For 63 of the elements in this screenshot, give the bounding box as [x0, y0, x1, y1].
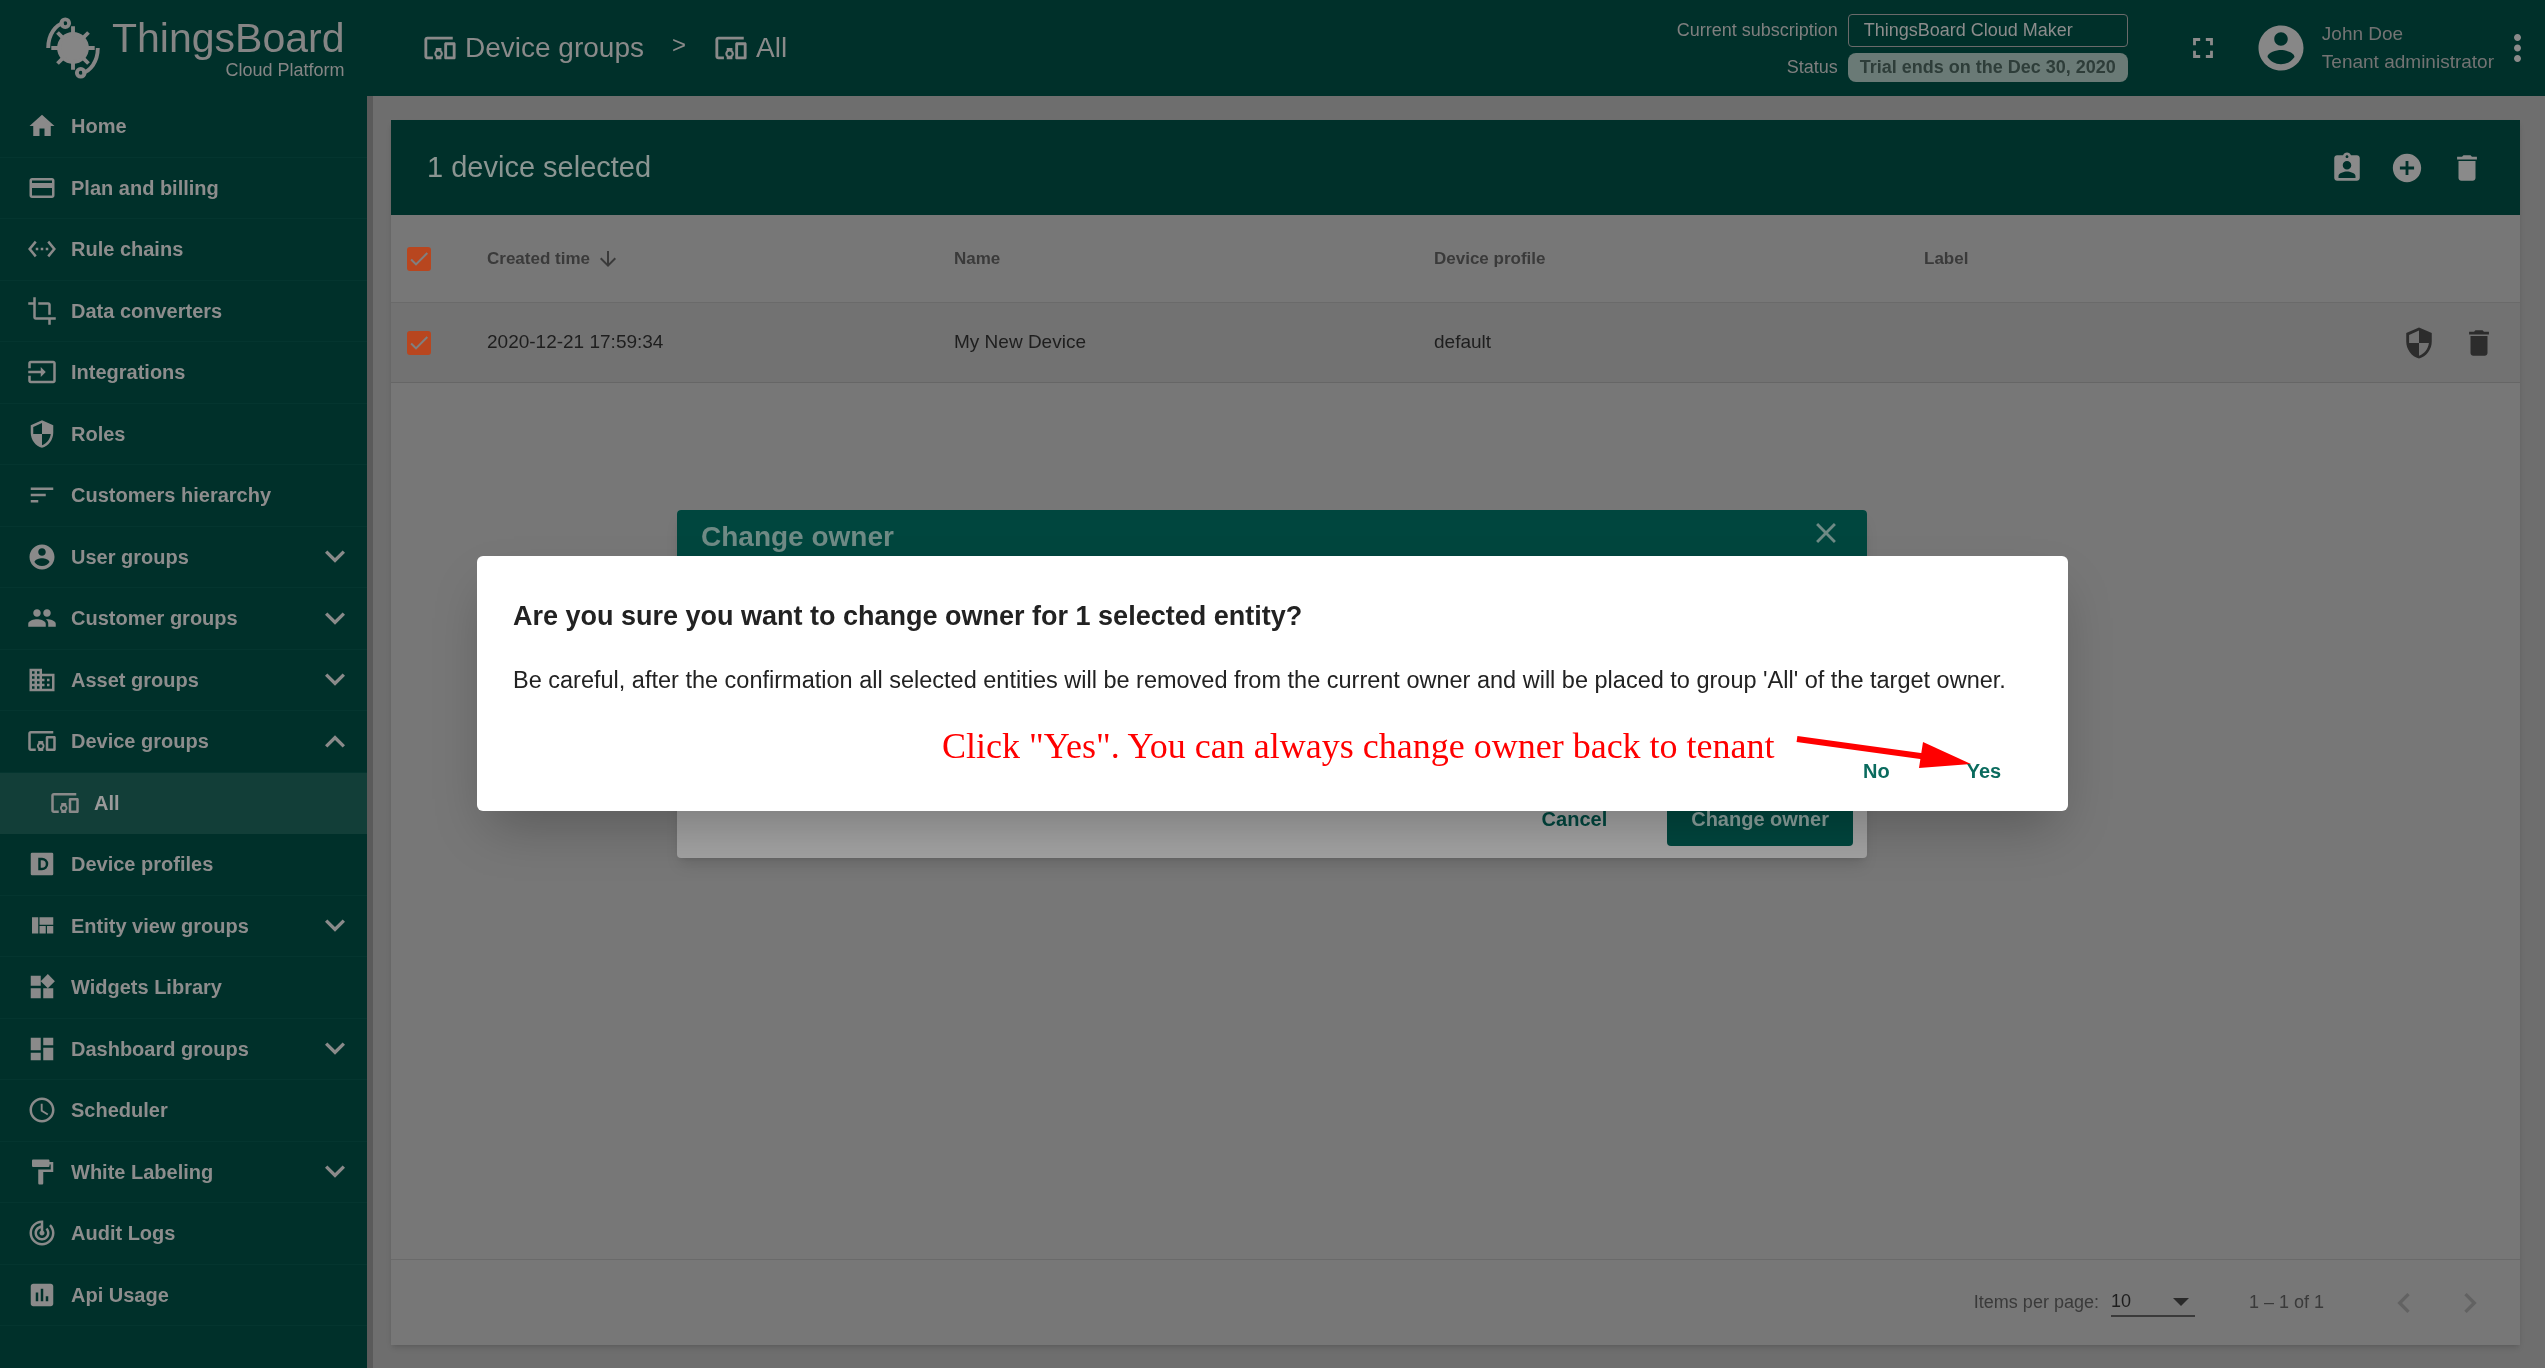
- column-header[interactable]: Created time: [487, 245, 620, 272]
- column-header[interactable]: Label: [1924, 245, 1969, 272]
- sidebar-item[interactable]: Rule chains: [0, 219, 367, 281]
- chevron-down-icon: [325, 1042, 345, 1056]
- table-cell-text: default: [1434, 330, 1492, 355]
- crop-icon: [27, 295, 57, 326]
- status-label: Status: [1785, 56, 1838, 79]
- sidebar-item[interactable]: Home: [0, 96, 367, 158]
- check-icon: [410, 335, 428, 350]
- column-header[interactable]: Name: [954, 245, 1001, 272]
- yes-button[interactable]: Yes: [1964, 756, 2004, 786]
- chevron-down-icon: [325, 550, 345, 564]
- checkbox[interactable]: [407, 330, 431, 355]
- chevron-down-icon: [325, 673, 345, 687]
- sidebar-item[interactable]: Audit Logs: [0, 1203, 367, 1265]
- check-icon: [410, 251, 428, 266]
- sidebar-item[interactable]: Dashboard groups: [0, 1018, 367, 1080]
- sidebar-item[interactable]: Integrations: [0, 342, 367, 404]
- table-cell-text: My New Device: [954, 330, 1086, 355]
- page-size-select[interactable]: 10: [2110, 1288, 2195, 1317]
- breadcrumb-link[interactable]: Device groups: [423, 27, 644, 69]
- user-role: Tenant administrator: [2321, 50, 2494, 74]
- chevron-up-icon: [325, 734, 345, 748]
- sidebar-item[interactable]: Customers hierarchy: [0, 465, 367, 527]
- logo-subtitle: Cloud Platform: [225, 60, 345, 79]
- sidebar-item[interactable]: Plan and billing: [0, 157, 367, 219]
- items-per-page-label: Items per page:: [1973, 1291, 2099, 1314]
- checkbox[interactable]: [407, 246, 431, 271]
- sidebar-item[interactable]: Roles: [0, 403, 367, 465]
- page-range: 1 – 1 of 1: [2248, 1291, 2324, 1314]
- sidebar-item[interactable]: Customer groups: [0, 588, 367, 650]
- sidebar-item[interactable]: Asset groups: [0, 649, 367, 711]
- breadcrumb-separator: >: [672, 30, 686, 60]
- sidebar-item[interactable]: Device groups: [0, 711, 367, 773]
- sidebar-subitem[interactable]: All: [0, 772, 367, 834]
- chevron-down-icon: [325, 919, 345, 933]
- no-button[interactable]: No: [1861, 756, 1892, 786]
- plan-badge: ThingsBoard Cloud Maker: [1847, 14, 2128, 47]
- logo-title: ThingsBoard: [112, 17, 345, 59]
- dropdown-arrow-icon: [2172, 1297, 2189, 1306]
- sidebar-item[interactable]: Scheduler: [0, 1080, 367, 1142]
- trial-badge: Trial ends on the Dec 30, 2020: [1847, 53, 2128, 82]
- subscription-label: Current subscription: [1676, 19, 1838, 42]
- confirm-message: Be careful, after the confirmation all selected entities will be removed from the current owner and will be placed to group 'All' of the target owner.: [513, 665, 2007, 695]
- sidebar-item[interactable]: Widgets Library: [0, 957, 367, 1019]
- column-header[interactable]: Device profile: [1434, 245, 1546, 272]
- chevron-down-icon: [325, 1165, 345, 1179]
- sidebar-item[interactable]: User groups: [0, 526, 367, 588]
- breadcrumb-link[interactable]: All: [714, 27, 788, 69]
- table-cell-text: 2020-12-21 17:59:34: [487, 330, 664, 355]
- sidebar-item[interactable]: White Labeling: [0, 1141, 367, 1203]
- sidebar-item[interactable]: Data converters: [0, 280, 367, 342]
- chevron-down-icon: [325, 611, 345, 625]
- dialog-title: Change owner: [701, 520, 894, 554]
- selection-title: 1 device selected: [427, 149, 653, 185]
- more-menu-icon: [2514, 34, 2521, 62]
- confirm-title: Are you sure you want to change owner for 1 selected entity?: [513, 600, 1304, 633]
- sidebar-item[interactable]: Api Usage: [0, 1264, 367, 1326]
- user-name: John Doe: [2321, 22, 2405, 47]
- table-row[interactable]: 2020-12-21 17:59:34 My New Device default: [391, 303, 2520, 383]
- annotation-text: Click "Yes". You can always change owner back to tenant: [942, 725, 1775, 768]
- sidebar-item[interactable]: Device profiles: [0, 834, 367, 896]
- sidebar-item[interactable]: Entity view groups: [0, 895, 367, 957]
